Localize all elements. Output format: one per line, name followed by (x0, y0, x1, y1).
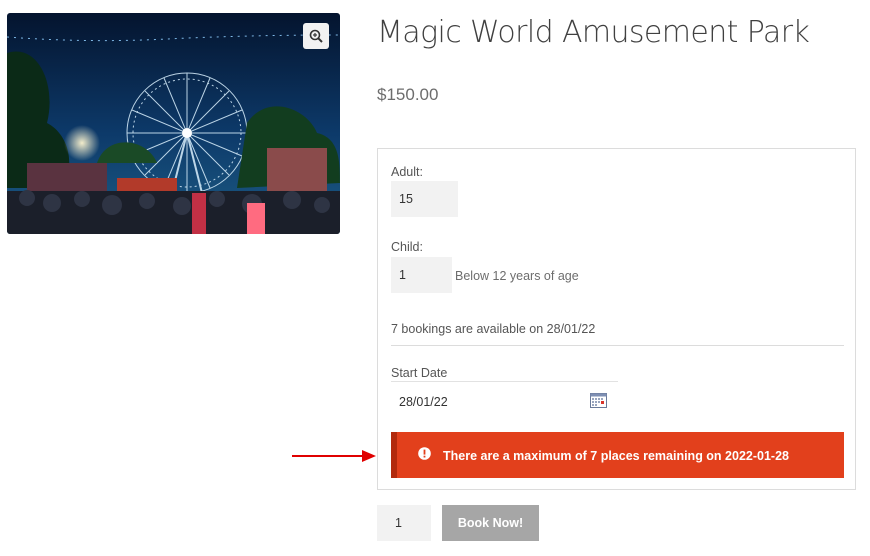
adult-quantity-input[interactable]: 15 (391, 181, 458, 217)
child-quantity-input[interactable]: 1 (391, 257, 452, 293)
start-date-label: Start Date (391, 366, 448, 380)
child-age-hint: Below 12 years of age (455, 269, 579, 283)
start-date-input[interactable]: 28/01/22 (399, 395, 448, 409)
date-field-border (391, 381, 618, 382)
error-message: There are a maximum of 7 places remainin… (443, 449, 789, 463)
product-title: Magic World Amusement Park (377, 15, 810, 50)
exclamation-circle-icon (418, 447, 431, 465)
child-label: Child: (391, 240, 423, 254)
adult-label: Adult: (391, 165, 423, 179)
availability-text: 7 bookings are available on 28/01/22 (391, 322, 596, 336)
ferris-wheel-photo (7, 13, 340, 234)
product-image[interactable] (7, 13, 340, 234)
cart-quantity-input[interactable]: 1 (377, 505, 431, 541)
product-price: $150.00 (377, 85, 439, 104)
divider (391, 345, 844, 346)
zoom-in-icon (309, 29, 323, 43)
annotation-arrow-icon (292, 449, 376, 468)
book-now-button[interactable]: Book Now! (442, 505, 539, 541)
calendar-icon (590, 393, 607, 408)
calendar-button[interactable] (590, 392, 607, 413)
zoom-button[interactable] (303, 23, 329, 49)
